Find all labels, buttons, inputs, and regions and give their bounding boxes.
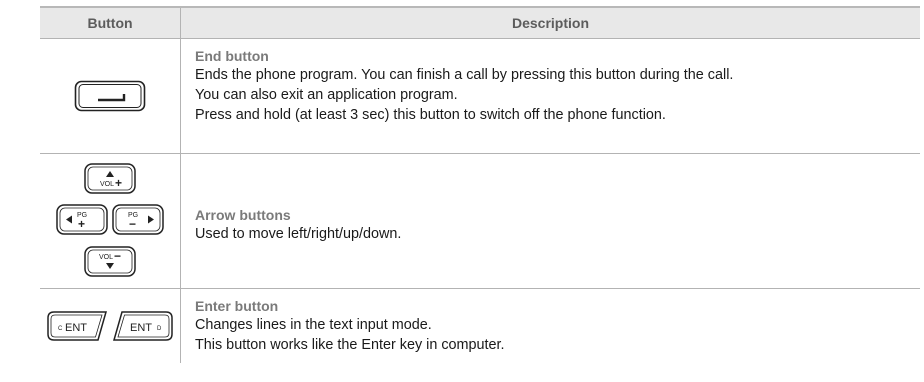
row-title: Enter button bbox=[195, 298, 279, 314]
arrow-keys-icon: VOL + PG + PG − VOL − bbox=[54, 162, 166, 280]
right-enter-suffix: D bbox=[157, 326, 162, 332]
left-key-sign: + bbox=[78, 217, 85, 231]
right-enter-key-icon: ENT D bbox=[113, 311, 173, 341]
up-key-icon: VOL + bbox=[84, 163, 136, 194]
description-cell: Enter button Changes lines in the text i… bbox=[181, 289, 920, 363]
button-cell: C ENT ENT D bbox=[40, 289, 181, 363]
header-button-column: Button bbox=[40, 8, 181, 38]
button-cell: VOL + PG + PG − VOL − bbox=[40, 154, 181, 288]
table-row-arrow-buttons: VOL + PG + PG − VOL − Arrow buttons Used… bbox=[40, 154, 920, 289]
table-row-end-button: End button Ends the phone program. You c… bbox=[40, 39, 920, 154]
button-cell bbox=[40, 39, 181, 153]
table-row-enter-button: C ENT ENT D Enter button Changes lines i… bbox=[40, 289, 920, 363]
end-key-icon bbox=[74, 80, 146, 112]
left-key-icon: PG + bbox=[56, 204, 108, 235]
down-key-icon: VOL − bbox=[84, 246, 136, 277]
up-key-sign: + bbox=[115, 176, 122, 190]
right-enter-label: ENT bbox=[130, 322, 152, 334]
description-cell: End button Ends the phone program. You c… bbox=[181, 39, 920, 153]
description-line: Ends the phone program. You can finish a… bbox=[195, 67, 734, 83]
description-cell: Arrow buttons Used to move left/right/up… bbox=[181, 154, 920, 288]
description-line: You can also exit an application program… bbox=[195, 87, 458, 103]
right-key-sign: − bbox=[129, 217, 136, 231]
header-description-column: Description bbox=[511, 15, 589, 31]
description-line: Press and hold (at least 3 sec) this but… bbox=[195, 107, 666, 123]
enter-keys-icon: C ENT ENT D bbox=[46, 310, 174, 342]
down-key-sign: − bbox=[114, 249, 121, 263]
description-line: Changes lines in the text input mode. bbox=[195, 317, 432, 333]
row-title: Arrow buttons bbox=[195, 207, 291, 223]
table-header-row: Button Description bbox=[40, 8, 920, 39]
right-key-icon: PG − bbox=[112, 204, 164, 235]
button-description-table: Button Description End button Ends the p… bbox=[40, 6, 920, 363]
row-title: End button bbox=[195, 48, 269, 64]
left-enter-prefix: C bbox=[58, 326, 63, 332]
left-enter-label: ENT bbox=[65, 322, 87, 334]
description-line: This button works like the Enter key in … bbox=[195, 337, 505, 353]
left-enter-key-icon: C ENT bbox=[47, 311, 107, 341]
down-key-label: VOL bbox=[99, 254, 113, 261]
up-key-label: VOL bbox=[100, 181, 114, 188]
description-line: Used to move left/right/up/down. bbox=[195, 226, 402, 242]
